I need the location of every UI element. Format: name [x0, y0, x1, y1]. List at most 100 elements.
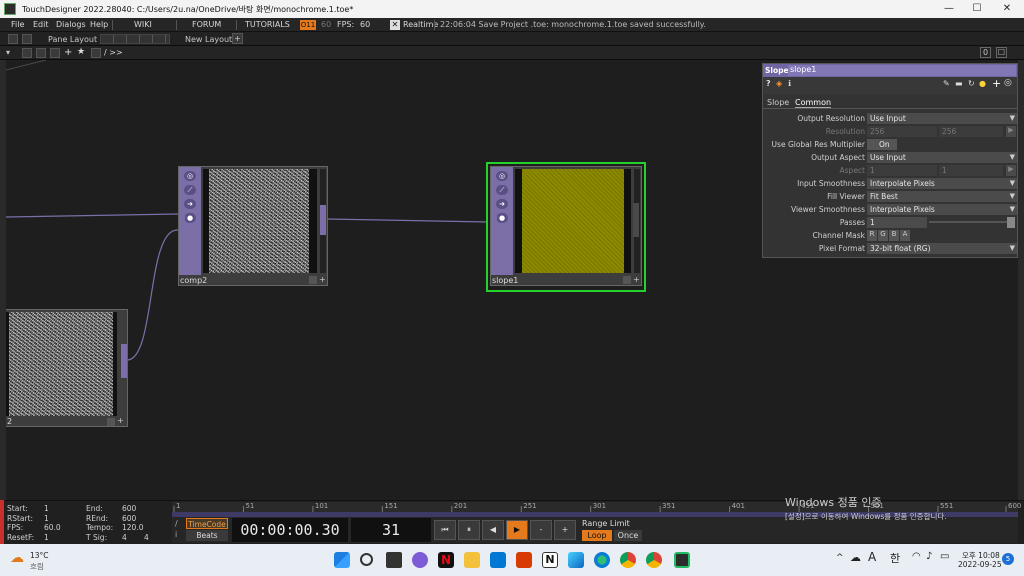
- star-icon[interactable]: ★: [77, 47, 85, 57]
- plus-icon[interactable]: +: [64, 47, 72, 58]
- wiki-link[interactable]: WIKI: [134, 20, 152, 29]
- bookmark-icon[interactable]: [91, 48, 101, 58]
- wifi-icon[interactable]: ◠: [912, 551, 921, 562]
- tempo-value[interactable]: 120.0: [122, 523, 143, 532]
- node-flag-icon[interactable]: [623, 276, 631, 284]
- param-field-a2[interactable]: 1: [939, 165, 1003, 176]
- node-add-icon[interactable]: +: [633, 275, 640, 284]
- param-menu[interactable]: Interpolate Pixels ▼: [867, 204, 1017, 215]
- add-param-icon[interactable]: +: [992, 77, 1001, 90]
- file-explorer-icon[interactable]: [464, 552, 480, 568]
- tsig-value-b[interactable]: 4: [144, 533, 149, 542]
- param-channel-mask[interactable]: Channel Mask R G B A: [763, 229, 1017, 242]
- tab-common[interactable]: Common: [795, 98, 832, 108]
- param-field-h[interactable]: 256: [939, 126, 1003, 137]
- param-output-resolution[interactable]: Output Resolution Use Input ▼: [763, 112, 1017, 125]
- node-flag-icon[interactable]: [107, 418, 115, 426]
- minimize-button[interactable]: —: [934, 0, 964, 18]
- add-layout-button[interactable]: +: [232, 33, 243, 44]
- maximize-button[interactable]: ☐: [962, 0, 992, 18]
- node-label[interactable]: 2: [7, 417, 12, 426]
- clock-date[interactable]: 2022-09-25: [958, 560, 1002, 569]
- forum-link[interactable]: FORUM: [192, 20, 221, 29]
- python-logo-icon[interactable]: ●: [979, 79, 986, 88]
- node-label[interactable]: comp2: [180, 276, 207, 285]
- lock-icon[interactable]: ●: [184, 213, 196, 223]
- beats-toggle[interactable]: Beats: [186, 530, 228, 541]
- mask-r-button[interactable]: R: [867, 230, 877, 241]
- node-label[interactable]: slope1: [492, 276, 518, 285]
- bypass-icon[interactable]: ⟋: [496, 185, 508, 195]
- netflix-icon[interactable]: N: [438, 552, 454, 568]
- param-resolution[interactable]: Resolution 256 256 ▶: [763, 125, 1017, 138]
- up-icon[interactable]: [50, 48, 60, 58]
- weather-desc[interactable]: 흐림: [30, 561, 44, 572]
- search-icon[interactable]: [360, 553, 373, 566]
- viewer-icon[interactable]: ◎: [184, 171, 196, 181]
- bypass-icon[interactable]: ⟋: [184, 185, 196, 195]
- node-flag-icon[interactable]: [309, 276, 317, 284]
- battery-icon[interactable]: ▭: [940, 551, 949, 562]
- python-icon[interactable]: ◈: [776, 79, 782, 88]
- tsig-value-a[interactable]: 4: [122, 533, 127, 542]
- timecode-display[interactable]: 00:00:00.30: [232, 518, 348, 542]
- display-icon[interactable]: ➜: [184, 199, 196, 209]
- touchdesigner-taskbar-icon[interactable]: [674, 552, 690, 568]
- step-back-button[interactable]: ◀: [482, 520, 504, 540]
- pause-button[interactable]: ⏸: [458, 520, 480, 540]
- network-path[interactable]: / >>: [104, 48, 123, 57]
- param-menu[interactable]: Use Input ▼: [867, 152, 1017, 163]
- viewer-icon[interactable]: ◎: [496, 171, 508, 181]
- comp2-output-connector[interactable]: [320, 205, 326, 235]
- chat-icon[interactable]: [412, 552, 428, 568]
- notion-icon[interactable]: N: [542, 552, 558, 568]
- pane-layout-label[interactable]: Pane Layout: [48, 35, 97, 44]
- notification-badge[interactable]: 5: [1002, 553, 1014, 565]
- frame-display[interactable]: 31: [351, 518, 431, 542]
- pane-layout-presets[interactable]: [100, 34, 170, 44]
- param-pixel-format[interactable]: Pixel Format 32-bit float (RG) ▼: [763, 242, 1017, 255]
- menu-edit[interactable]: Edit: [33, 20, 49, 29]
- help-icon[interactable]: ?: [766, 79, 771, 88]
- timeline-menu-icon[interactable]: /: [175, 519, 178, 528]
- lang-a-indicator[interactable]: A: [868, 550, 876, 564]
- menu-help[interactable]: Help: [90, 20, 108, 29]
- triangle-menu-icon[interactable]: ▾: [6, 48, 10, 57]
- param-menu[interactable]: 32-bit float (RG) ▼: [867, 243, 1017, 254]
- node-2[interactable]: 2 +: [6, 309, 128, 427]
- lock-icon[interactable]: ●: [496, 213, 508, 223]
- param-global-res-multiplier[interactable]: Use Global Res Multiplier On: [763, 138, 1017, 151]
- fps-value[interactable]: 60.0: [44, 523, 61, 532]
- windows-start-icon[interactable]: [334, 552, 350, 568]
- task-view-icon[interactable]: [386, 552, 402, 568]
- ime-korean-indicator[interactable]: 한: [890, 550, 900, 566]
- tray-overflow-icon[interactable]: ^: [836, 553, 844, 563]
- param-field[interactable]: 1: [867, 217, 927, 228]
- photos-icon[interactable]: [568, 552, 584, 568]
- end-value[interactable]: 600: [122, 504, 136, 513]
- param-menu[interactable]: Use Input ▼: [867, 113, 1017, 124]
- param-fill-viewer[interactable]: Fill Viewer Fit Best ▼: [763, 190, 1017, 203]
- node-comp2[interactable]: ◎ ⟋ ➜ ● comp2 +: [178, 166, 328, 286]
- param-aspect[interactable]: Aspect 1 1 ▶: [763, 164, 1017, 177]
- comment-icon[interactable]: ▬: [955, 79, 963, 88]
- op-name-field[interactable]: slope1: [788, 65, 1016, 76]
- node-add-icon[interactable]: +: [117, 416, 124, 425]
- param-toggle[interactable]: On: [867, 139, 897, 150]
- volume-icon[interactable]: ♪: [926, 551, 932, 562]
- pane-id-button[interactable]: 0: [980, 47, 991, 58]
- menu-file[interactable]: File: [11, 20, 24, 29]
- slope1-output-connector[interactable]: [633, 203, 639, 237]
- mask-a-button[interactable]: A: [900, 230, 910, 241]
- param-slider[interactable]: [929, 221, 1007, 223]
- mask-b-button[interactable]: B: [889, 230, 899, 241]
- chrome-icon[interactable]: [620, 552, 636, 568]
- node-slope1[interactable]: ◎ ⟋ ➜ ● slope1 +: [490, 166, 642, 286]
- weather-icon[interactable]: ☁: [10, 550, 24, 566]
- mail-icon[interactable]: [490, 552, 506, 568]
- slider-handle[interactable]: [1007, 217, 1015, 228]
- back-icon[interactable]: [36, 48, 46, 58]
- param-field-w[interactable]: 256: [867, 126, 937, 137]
- pencil-icon[interactable]: ✎: [943, 79, 950, 88]
- param-input-smoothness[interactable]: Input Smoothness Interpolate Pixels ▼: [763, 177, 1017, 190]
